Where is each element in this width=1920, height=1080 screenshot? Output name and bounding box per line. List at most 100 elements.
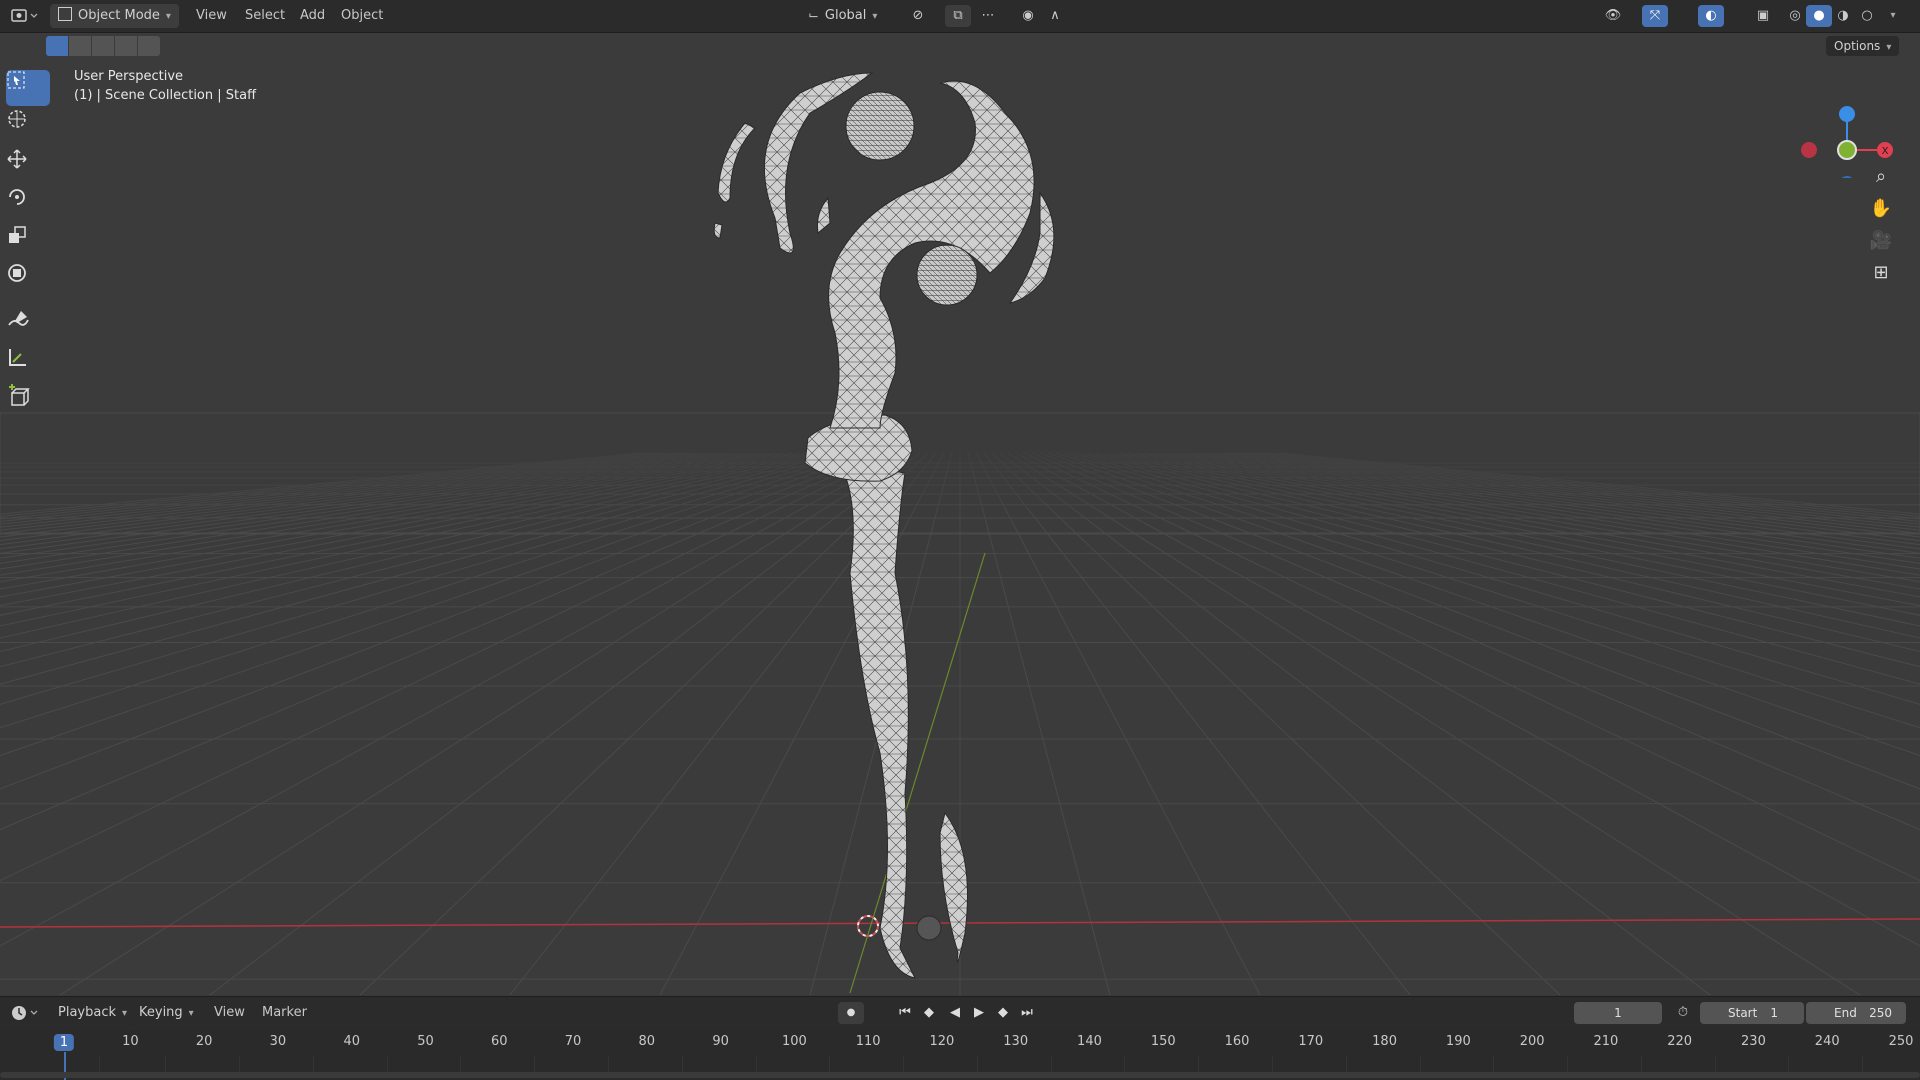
annotate-tool-icon[interactable] — [6, 308, 50, 344]
chevron-down-icon: ▾ — [872, 11, 878, 22]
mode-label: Object Mode — [78, 8, 160, 23]
current-frame-field[interactable]: 1 — [1574, 1002, 1662, 1024]
frame-tick: 100 — [781, 1034, 807, 1049]
end-frame-field[interactable]: End 250 — [1806, 1002, 1906, 1024]
frame-tick: 240 — [1814, 1034, 1840, 1049]
frame-tick: 130 — [1003, 1034, 1029, 1049]
scale-tool-icon[interactable] — [6, 224, 50, 260]
snap-target-icon[interactable]: ⋯ — [975, 5, 1001, 27]
rendered-shading-icon[interactable]: ○ — [1854, 5, 1880, 27]
frame-tick: 150 — [1150, 1034, 1176, 1049]
frame-gridline — [1272, 1056, 1274, 1072]
frame-tick: 90 — [712, 1034, 729, 1049]
transform-orientation-dropdown[interactable]: ⌙ Global ▾ — [800, 4, 886, 28]
frame-gridline — [1493, 1056, 1495, 1072]
frame-tick: 50 — [417, 1034, 434, 1049]
menu-select[interactable]: Select — [245, 5, 285, 27]
end-value: 250 — [1869, 1006, 1892, 1020]
timeline-area[interactable]: 1 10 20 30 40 50 60 70 80 90 100 110 120 130 140 150 160… — [0, 1030, 1920, 1080]
cursor-tool-icon[interactable] — [6, 108, 50, 144]
preview-range-icon[interactable]: ⏱ — [1670, 1002, 1696, 1024]
select-extend-icon[interactable] — [69, 36, 91, 56]
frame-gridline — [976, 1056, 978, 1072]
menu-view[interactable]: View — [196, 5, 227, 27]
timeline-scrollbar[interactable] — [0, 1072, 1920, 1078]
move-tool-icon[interactable] — [6, 148, 50, 184]
object-mode-icon — [58, 7, 72, 21]
transform-tool-icon[interactable] — [6, 262, 50, 298]
select-new-icon[interactable] — [46, 36, 68, 56]
frame-ruler[interactable]: 1 10 20 30 40 50 60 70 80 90 100 110 120 130 140 150 160… — [0, 1030, 1920, 1080]
frame-gridline — [1198, 1056, 1200, 1072]
keying-dropdown[interactable]: Keying ▾ — [131, 1001, 202, 1025]
gizmo-toggle-icon[interactable]: ⤧ — [1642, 5, 1668, 27]
frame-tick: 180 — [1372, 1034, 1397, 1049]
x-axis-label: X — [1882, 146, 1889, 157]
frame-gridline — [1788, 1056, 1790, 1072]
select-box-tool-icon[interactable] — [6, 70, 50, 106]
shading-options-icon[interactable]: ▾ — [1880, 5, 1906, 27]
3d-viewport[interactable]: User Perspective (1) | Scene Collection … — [0, 33, 1920, 995]
play-reverse-icon[interactable]: ◀ — [942, 1002, 968, 1024]
sphere-bottom — [916, 915, 942, 941]
select-intersect-icon[interactable] — [138, 36, 160, 56]
play-icon[interactable]: ▶ — [966, 1002, 992, 1024]
frame-tick: 250 — [1888, 1034, 1914, 1049]
frame-tick: 20 — [195, 1034, 213, 1049]
chevron-down-icon: ▾ — [1886, 42, 1892, 53]
current-frame-indicator[interactable]: 1 — [53, 1034, 75, 1051]
start-frame-field[interactable]: Start 1 — [1700, 1002, 1804, 1024]
frame-gridline — [755, 1056, 757, 1072]
ortho-toggle-icon[interactable]: ⊞ — [1866, 257, 1896, 287]
pan-hand-icon[interactable]: ✋ — [1866, 193, 1896, 223]
timeline-menu-marker[interactable]: Marker — [262, 1002, 307, 1024]
wireframe-shading-icon[interactable]: ◎ — [1782, 5, 1808, 27]
z-axis-icon — [1839, 106, 1855, 122]
playback-dropdown[interactable]: Playback ▾ — [50, 1001, 136, 1025]
playback-label: Playback — [58, 1005, 117, 1020]
select-subtract-icon[interactable] — [92, 36, 114, 56]
prev-keyframe-icon[interactable]: ◆ — [916, 1002, 942, 1024]
frame-tick: 60 — [490, 1034, 508, 1049]
end-label: End — [1834, 1006, 1857, 1020]
jump-start-icon[interactable]: ⏮ — [892, 1002, 918, 1024]
falloff-icon[interactable]: ∧ — [1042, 5, 1068, 27]
sphere-top — [845, 91, 915, 161]
mode-dropdown[interactable]: Object Mode ▾ — [50, 4, 179, 28]
measure-tool-icon[interactable] — [6, 346, 50, 382]
current-frame-value: 1 — [1614, 1006, 1622, 1020]
frame-gridline — [1640, 1056, 1642, 1072]
frame-tick: 210 — [1593, 1034, 1619, 1049]
visibility-icon[interactable]: 👁 — [1600, 5, 1626, 27]
zoom-icon[interactable]: ⌕ — [1866, 161, 1896, 191]
proportional-edit-icon[interactable]: ◉ — [1015, 5, 1041, 27]
frame-gridline — [1567, 1056, 1569, 1072]
menu-add[interactable]: Add — [300, 5, 325, 27]
timeline-editor-type-icon[interactable] — [8, 1002, 38, 1024]
rotate-tool-icon[interactable] — [6, 186, 50, 222]
record-icon[interactable]: ● — [838, 1002, 864, 1024]
solid-shading-icon[interactable]: ● — [1806, 5, 1832, 27]
jump-end-icon[interactable]: ⏭ — [1014, 1002, 1040, 1024]
next-keyframe-icon[interactable]: ◆ — [990, 1002, 1016, 1024]
start-label: Start — [1728, 1006, 1758, 1020]
collection-label: (1) | Scene Collection | Staff — [74, 88, 257, 103]
select-invert-icon[interactable] — [115, 36, 137, 56]
frame-tick: 110 — [855, 1034, 881, 1049]
camera-view-icon[interactable]: 🎥 — [1866, 225, 1896, 255]
frame-gridline — [534, 1056, 536, 1072]
options-dropdown[interactable]: Options ▾ — [1826, 36, 1900, 56]
add-cube-tool-icon[interactable] — [6, 384, 50, 420]
overlay-toggle-icon[interactable]: ◐ — [1698, 5, 1724, 27]
editor-type-icon[interactable] — [8, 5, 38, 27]
menu-object[interactable]: Object — [341, 5, 383, 27]
snap-icon[interactable]: ⧉ — [945, 5, 971, 27]
frame-gridline — [1419, 1056, 1421, 1072]
timeline-menu-view[interactable]: View — [214, 1002, 245, 1024]
material-shading-icon[interactable]: ◑ — [1830, 5, 1856, 27]
frame-tick: 160 — [1224, 1034, 1250, 1049]
pivot-point-icon[interactable]: ⊘ — [905, 5, 931, 27]
start-value: 1 — [1770, 1006, 1778, 1020]
xray-icon[interactable]: ▣ — [1750, 5, 1776, 27]
frame-gridline — [460, 1056, 462, 1072]
